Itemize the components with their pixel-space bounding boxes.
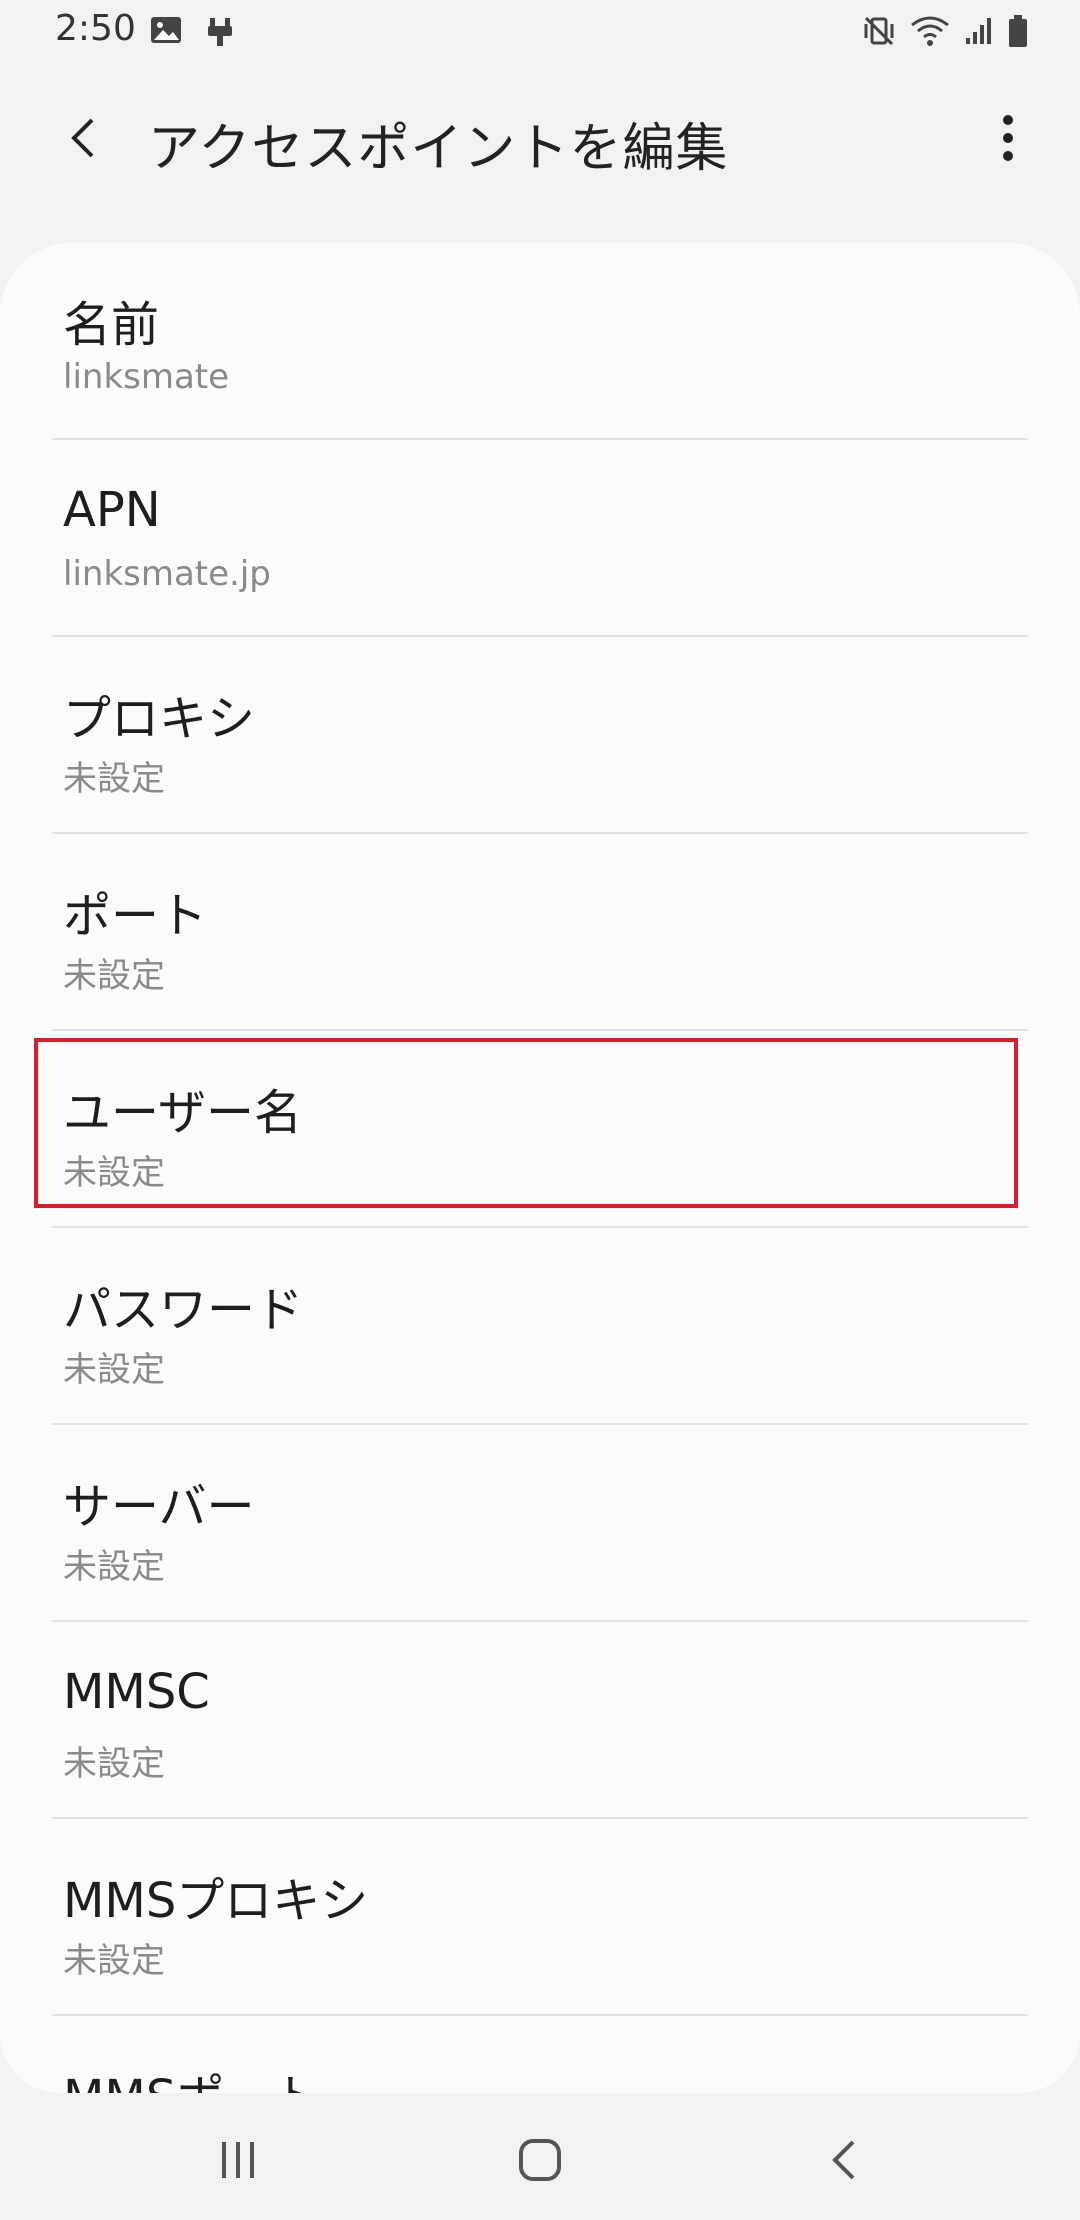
item-title: MMSC: [63, 1664, 210, 1720]
list-item-password[interactable]: パスワード 未設定: [0, 1228, 1080, 1423]
recent-apps-icon: [222, 2142, 254, 2178]
navigation-bar: [0, 2100, 1080, 2220]
home-icon: [519, 2139, 561, 2181]
item-value: 未設定: [63, 1153, 165, 1193]
list-item-port[interactable]: ポート 未設定: [0, 834, 1080, 1029]
back-button[interactable]: [52, 106, 116, 170]
image-icon: [151, 17, 181, 43]
item-value: 未設定: [63, 956, 165, 996]
recent-apps-button[interactable]: [198, 2130, 278, 2190]
item-title: 名前: [63, 297, 160, 353]
vibrate-icon: [864, 16, 894, 46]
battery-icon: [1009, 15, 1027, 47]
list-item-server[interactable]: サーバー 未設定: [0, 1425, 1080, 1620]
item-value: 未設定: [63, 1941, 165, 1981]
item-value: 未設定: [63, 1744, 165, 1784]
list-item-username[interactable]: ユーザー名 未設定: [0, 1031, 1080, 1226]
chevron-left-icon: [71, 118, 94, 158]
item-value: linksmate.jp: [63, 554, 271, 594]
page-title: アクセスポイントを編集: [148, 119, 729, 179]
item-value: linksmate: [63, 357, 230, 397]
home-button[interactable]: [500, 2130, 580, 2190]
list-item-mmsc[interactable]: MMSC 未設定: [0, 1622, 1080, 1817]
apn-settings-list: 名前 linksmate APN linksmate.jp プロキシ 未設定 ポ…: [0, 243, 1080, 2093]
item-title: ユーザー名: [63, 1085, 303, 1141]
usb-icon: [208, 18, 232, 46]
item-title: MMSポート: [63, 2058, 320, 2093]
nav-back-button[interactable]: [804, 2130, 884, 2190]
app-bar: アクセスポイントを編集: [0, 88, 1080, 188]
item-title: プロキシ: [63, 691, 256, 747]
list-item-proxy[interactable]: プロキシ 未設定: [0, 637, 1080, 832]
item-title: パスワード: [63, 1282, 304, 1338]
list-item-name[interactable]: 名前 linksmate: [0, 243, 1080, 438]
item-value: 未設定: [63, 1350, 165, 1390]
item-value: 未設定: [63, 1547, 165, 1587]
more-vert-icon: [1003, 115, 1013, 161]
item-title: APN: [63, 482, 161, 538]
list-item-apn[interactable]: APN linksmate.jp: [0, 440, 1080, 635]
status-time: 2:50: [55, 8, 136, 49]
signal-icon: [966, 18, 991, 44]
item-title: MMSプロキシ: [63, 1873, 369, 1929]
wifi-icon: [911, 16, 949, 46]
item-title: サーバー: [63, 1479, 255, 1535]
item-value: 未設定: [63, 759, 165, 799]
list-item-mms-proxy[interactable]: MMSプロキシ 未設定: [0, 1819, 1080, 2014]
list-item-mms-port[interactable]: MMSポート: [0, 2016, 1080, 2093]
item-title: ポート: [63, 888, 208, 944]
more-options-button[interactable]: [976, 106, 1040, 170]
back-icon: [832, 2140, 855, 2180]
status-bar: 2:50: [0, 0, 1080, 64]
